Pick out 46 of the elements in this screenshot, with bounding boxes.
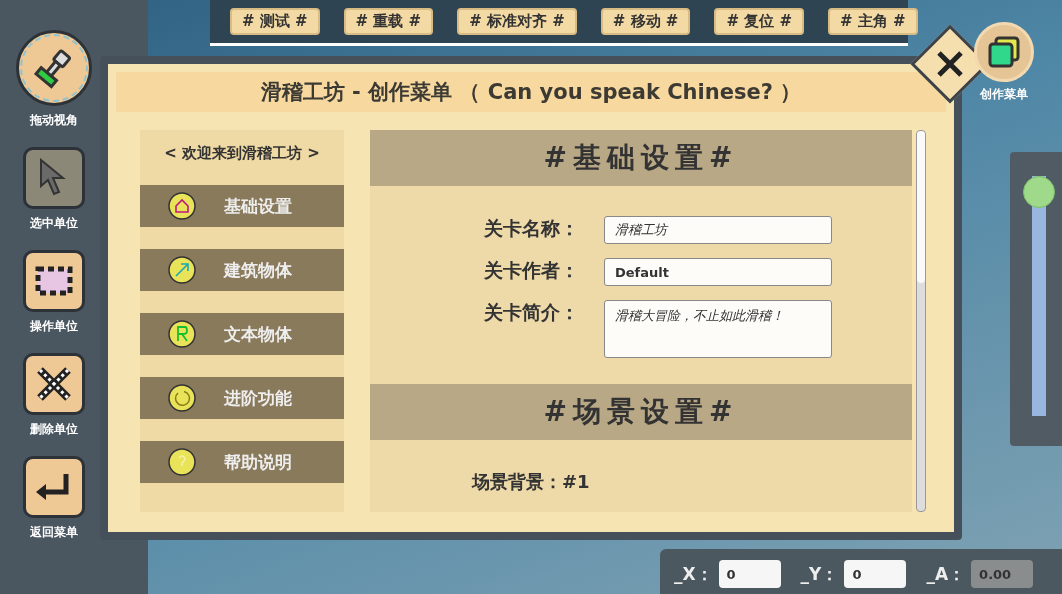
cube-icon	[987, 35, 1021, 69]
tool-button[interactable]	[23, 250, 85, 312]
section-heading: #场景设置#	[370, 384, 912, 440]
field-label: 关卡作者：	[484, 258, 580, 283]
sidebar-item[interactable]: 帮助说明	[140, 441, 344, 483]
coordinate-label: _A：	[926, 562, 966, 586]
sidebar-heading: < 欢迎来到滑稽工坊 >	[163, 144, 321, 163]
slider-thumb[interactable]	[1023, 176, 1055, 208]
scrollbar[interactable]	[916, 130, 926, 512]
toolbar-button[interactable]: # 标准对齐 #	[457, 8, 577, 35]
close-icon	[935, 49, 965, 79]
tool-button[interactable]	[23, 353, 85, 415]
setting-text: 场景背景：#1	[472, 470, 590, 494]
sidebar-item[interactable]: 建筑物体	[140, 249, 344, 291]
toolbar-button[interactable]: # 测试 #	[230, 8, 320, 35]
text-area[interactable]: 滑稽大冒险，不止如此滑稽！	[604, 300, 832, 358]
section-heading: #基础设置#	[370, 130, 912, 186]
tool-label: 返回菜单	[30, 524, 78, 541]
tool-label: 删除单位	[30, 421, 78, 438]
coordinate-label: _X：	[674, 562, 713, 586]
input-field[interactable]: 滑稽工坊	[604, 216, 832, 244]
field-label: 关卡名称：	[484, 216, 580, 241]
letter-icon	[168, 320, 196, 348]
coordinate-field[interactable]: 0	[844, 560, 907, 588]
dashed-frame-icon	[34, 265, 74, 297]
sidebar-item[interactable]: 基础设置	[140, 185, 344, 227]
create-menu-button[interactable]	[974, 22, 1034, 82]
toolbar-button[interactable]: # 主角 #	[827, 8, 918, 35]
tool-label: 选中单位	[30, 215, 78, 232]
sidebar-item[interactable]: 文本物体	[140, 313, 344, 355]
create-menu-label: 创作菜单	[980, 86, 1028, 103]
tool-label: 拖动视角	[30, 112, 78, 129]
toolbar-button[interactable]: # 复位 #	[714, 8, 804, 35]
house-icon	[168, 192, 196, 220]
toolbar-button[interactable]: # 移动 #	[600, 8, 691, 35]
tool-button[interactable]	[23, 456, 85, 518]
dialog-title: 滑稽工坊 - 创作菜单 （ Can you speak Chinese? ）	[116, 72, 946, 112]
coordinate-label: _Y：	[800, 562, 839, 586]
coordinate-field[interactable]: 0	[718, 560, 781, 588]
ring-icon	[168, 384, 196, 412]
question-icon	[168, 448, 196, 476]
tool-label: 操作单位	[30, 318, 78, 335]
field-label: 关卡简介：	[484, 300, 580, 325]
toolbar-button[interactable]: # 重载 #	[343, 8, 434, 35]
sidebar-item[interactable]: 进阶功能	[140, 377, 344, 419]
input-field[interactable]: Default	[604, 258, 832, 286]
